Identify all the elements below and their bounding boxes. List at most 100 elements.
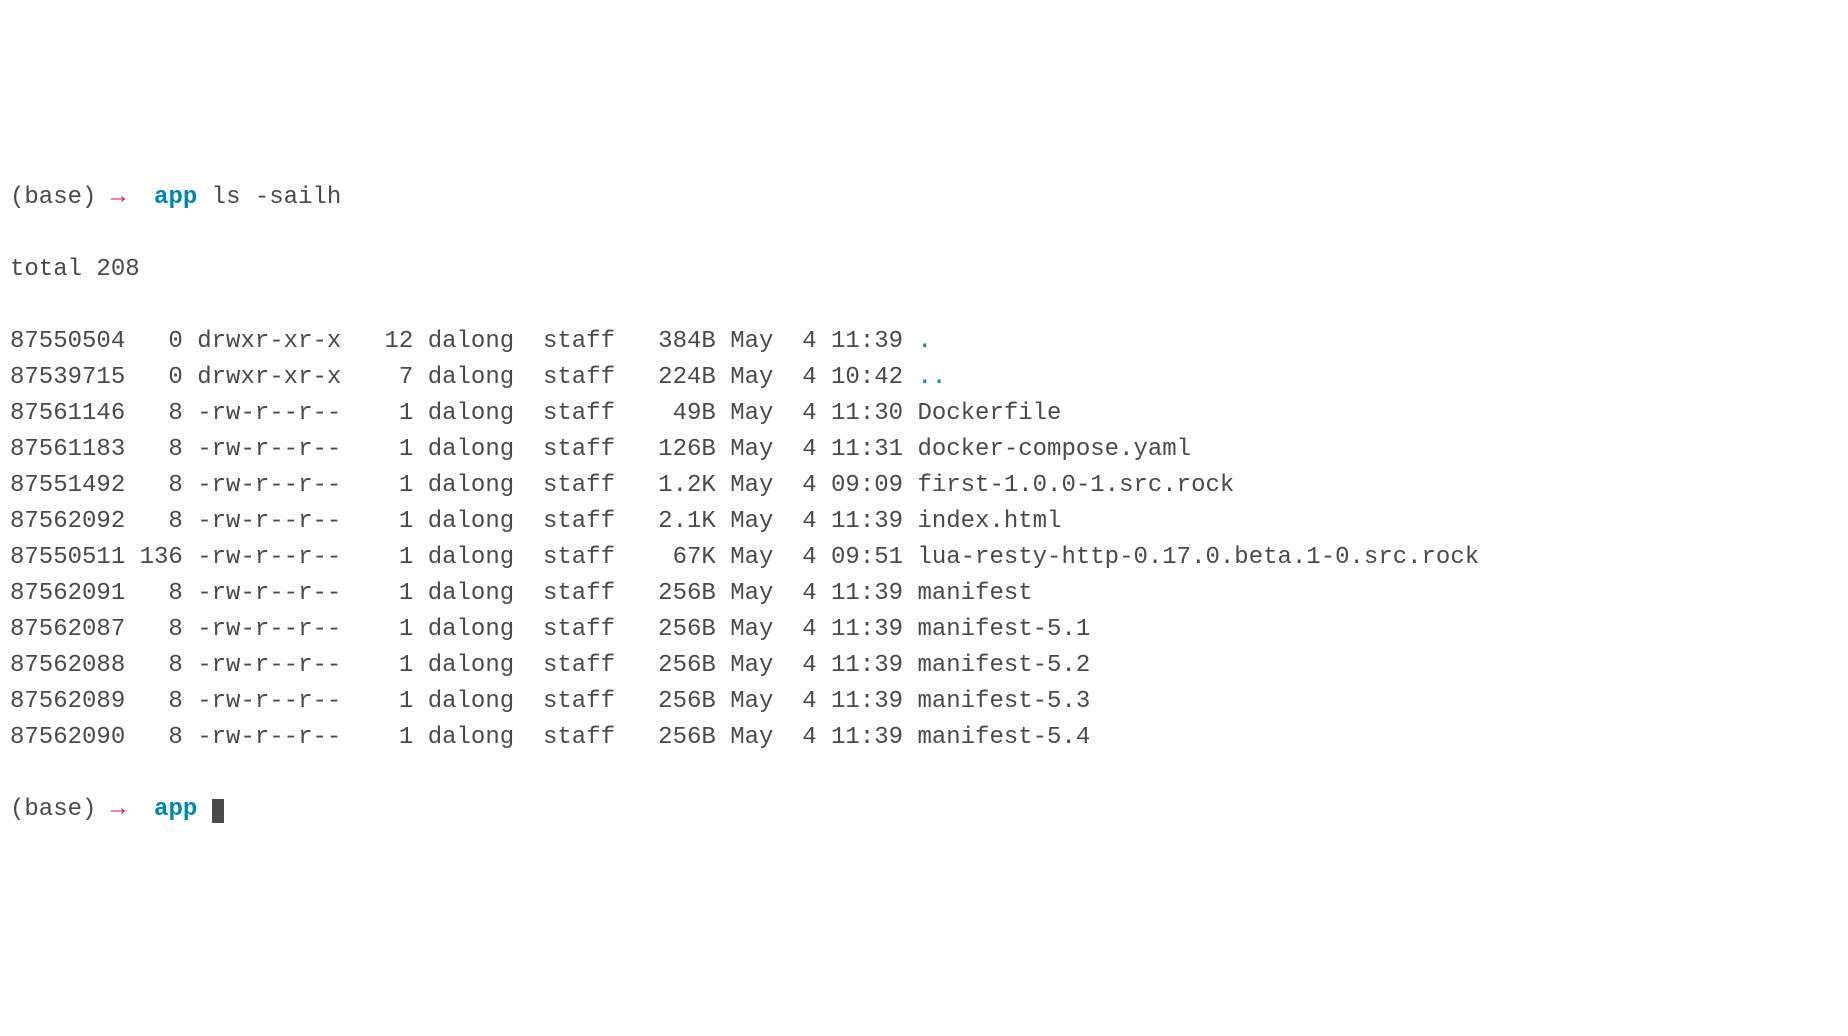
date: May 4 11:39 [730, 328, 903, 355]
inode: 87562091 [10, 580, 125, 607]
owner: dalong [428, 616, 514, 643]
filename: manifest-5.4 [917, 724, 1090, 751]
owner: dalong [428, 544, 514, 571]
filename: .. [917, 364, 946, 391]
inode: 87562089 [10, 688, 125, 715]
prompt-line: (base) → app ls -sailh [10, 180, 1838, 216]
date: May 4 10:42 [730, 364, 903, 391]
cursor-icon [212, 799, 224, 823]
permissions: -rw-r--r-- [197, 436, 341, 463]
command-text: ls -sailh [212, 184, 342, 211]
filename: lua-resty-http-0.17.0.beta.1-0.src.rock [917, 544, 1479, 571]
group: staff [543, 328, 615, 355]
ls-row: 87562087 8 -rw-r--r-- 1 dalong staff 256… [10, 612, 1838, 648]
total-line: total 208 [10, 252, 1838, 288]
prompt-cwd: app [154, 184, 197, 211]
group: staff [543, 472, 615, 499]
size: 256B [644, 724, 716, 751]
prompt-arrow: → [111, 184, 125, 211]
inode: 87561183 [10, 436, 125, 463]
date: May 4 11:39 [730, 616, 903, 643]
inode: 87550504 [10, 328, 125, 355]
group: staff [543, 652, 615, 679]
ls-rows: 87550504 0 drwxr-xr-x 12 dalong staff 38… [10, 324, 1838, 756]
date: May 4 11:39 [730, 724, 903, 751]
inode: 87562092 [10, 508, 125, 535]
size: 256B [644, 616, 716, 643]
owner: dalong [428, 364, 514, 391]
permissions: -rw-r--r-- [197, 508, 341, 535]
size: 256B [644, 688, 716, 715]
ls-row: 87561183 8 -rw-r--r-- 1 dalong staff 126… [10, 432, 1838, 468]
size: 126B [644, 436, 716, 463]
owner: dalong [428, 508, 514, 535]
blocks: 8 [140, 436, 183, 463]
blocks: 0 [140, 328, 183, 355]
filename: index.html [917, 508, 1061, 535]
links: 1 [370, 724, 413, 751]
ls-row: 87562092 8 -rw-r--r-- 1 dalong staff 2.1… [10, 504, 1838, 540]
group: staff [543, 400, 615, 427]
links: 7 [370, 364, 413, 391]
permissions: -rw-r--r-- [197, 472, 341, 499]
date: May 4 09:09 [730, 472, 903, 499]
blocks: 8 [140, 724, 183, 751]
filename: docker-compose.yaml [917, 436, 1191, 463]
permissions: -rw-r--r-- [197, 580, 341, 607]
inode: 87562087 [10, 616, 125, 643]
blocks: 8 [140, 688, 183, 715]
size: 2.1K [644, 508, 716, 535]
links: 1 [370, 688, 413, 715]
prompt-cwd: app [154, 796, 197, 823]
links: 1 [370, 616, 413, 643]
date: May 4 11:31 [730, 436, 903, 463]
inode: 87551492 [10, 472, 125, 499]
owner: dalong [428, 580, 514, 607]
ls-row: 87562088 8 -rw-r--r-- 1 dalong staff 256… [10, 648, 1838, 684]
blocks: 8 [140, 580, 183, 607]
size: 384B [644, 328, 716, 355]
blocks: 8 [140, 652, 183, 679]
blocks: 8 [140, 616, 183, 643]
size: 67K [644, 544, 716, 571]
blocks: 0 [140, 364, 183, 391]
date: May 4 11:39 [730, 508, 903, 535]
filename: . [917, 328, 931, 355]
size: 1.2K [644, 472, 716, 499]
size: 49B [644, 400, 716, 427]
owner: dalong [428, 400, 514, 427]
size: 256B [644, 652, 716, 679]
ls-row: 87562089 8 -rw-r--r-- 1 dalong staff 256… [10, 684, 1838, 720]
group: staff [543, 508, 615, 535]
links: 1 [370, 544, 413, 571]
terminal-output: (base) → app ls -sailh total 208 8755050… [0, 144, 1848, 864]
permissions: -rw-r--r-- [197, 652, 341, 679]
links: 1 [370, 508, 413, 535]
owner: dalong [428, 472, 514, 499]
prompt-line-2[interactable]: (base) → app [10, 792, 1838, 828]
filename: Dockerfile [917, 400, 1061, 427]
permissions: -rw-r--r-- [197, 616, 341, 643]
date: May 4 09:51 [730, 544, 903, 571]
filename: manifest-5.2 [917, 652, 1090, 679]
links: 1 [370, 472, 413, 499]
size: 224B [644, 364, 716, 391]
owner: dalong [428, 688, 514, 715]
links: 1 [370, 652, 413, 679]
inode: 87562088 [10, 652, 125, 679]
blocks: 8 [140, 472, 183, 499]
date: May 4 11:39 [730, 688, 903, 715]
filename: manifest [917, 580, 1032, 607]
filename: manifest-5.1 [917, 616, 1090, 643]
blocks: 8 [140, 400, 183, 427]
inode: 87562090 [10, 724, 125, 751]
inode: 87561146 [10, 400, 125, 427]
group: staff [543, 364, 615, 391]
filename: manifest-5.3 [917, 688, 1090, 715]
blocks: 136 [140, 544, 183, 571]
ls-row: 87539715 0 drwxr-xr-x 7 dalong staff 224… [10, 360, 1838, 396]
permissions: -rw-r--r-- [197, 544, 341, 571]
ls-row: 87562090 8 -rw-r--r-- 1 dalong staff 256… [10, 720, 1838, 756]
blocks: 8 [140, 508, 183, 535]
links: 12 [370, 328, 413, 355]
